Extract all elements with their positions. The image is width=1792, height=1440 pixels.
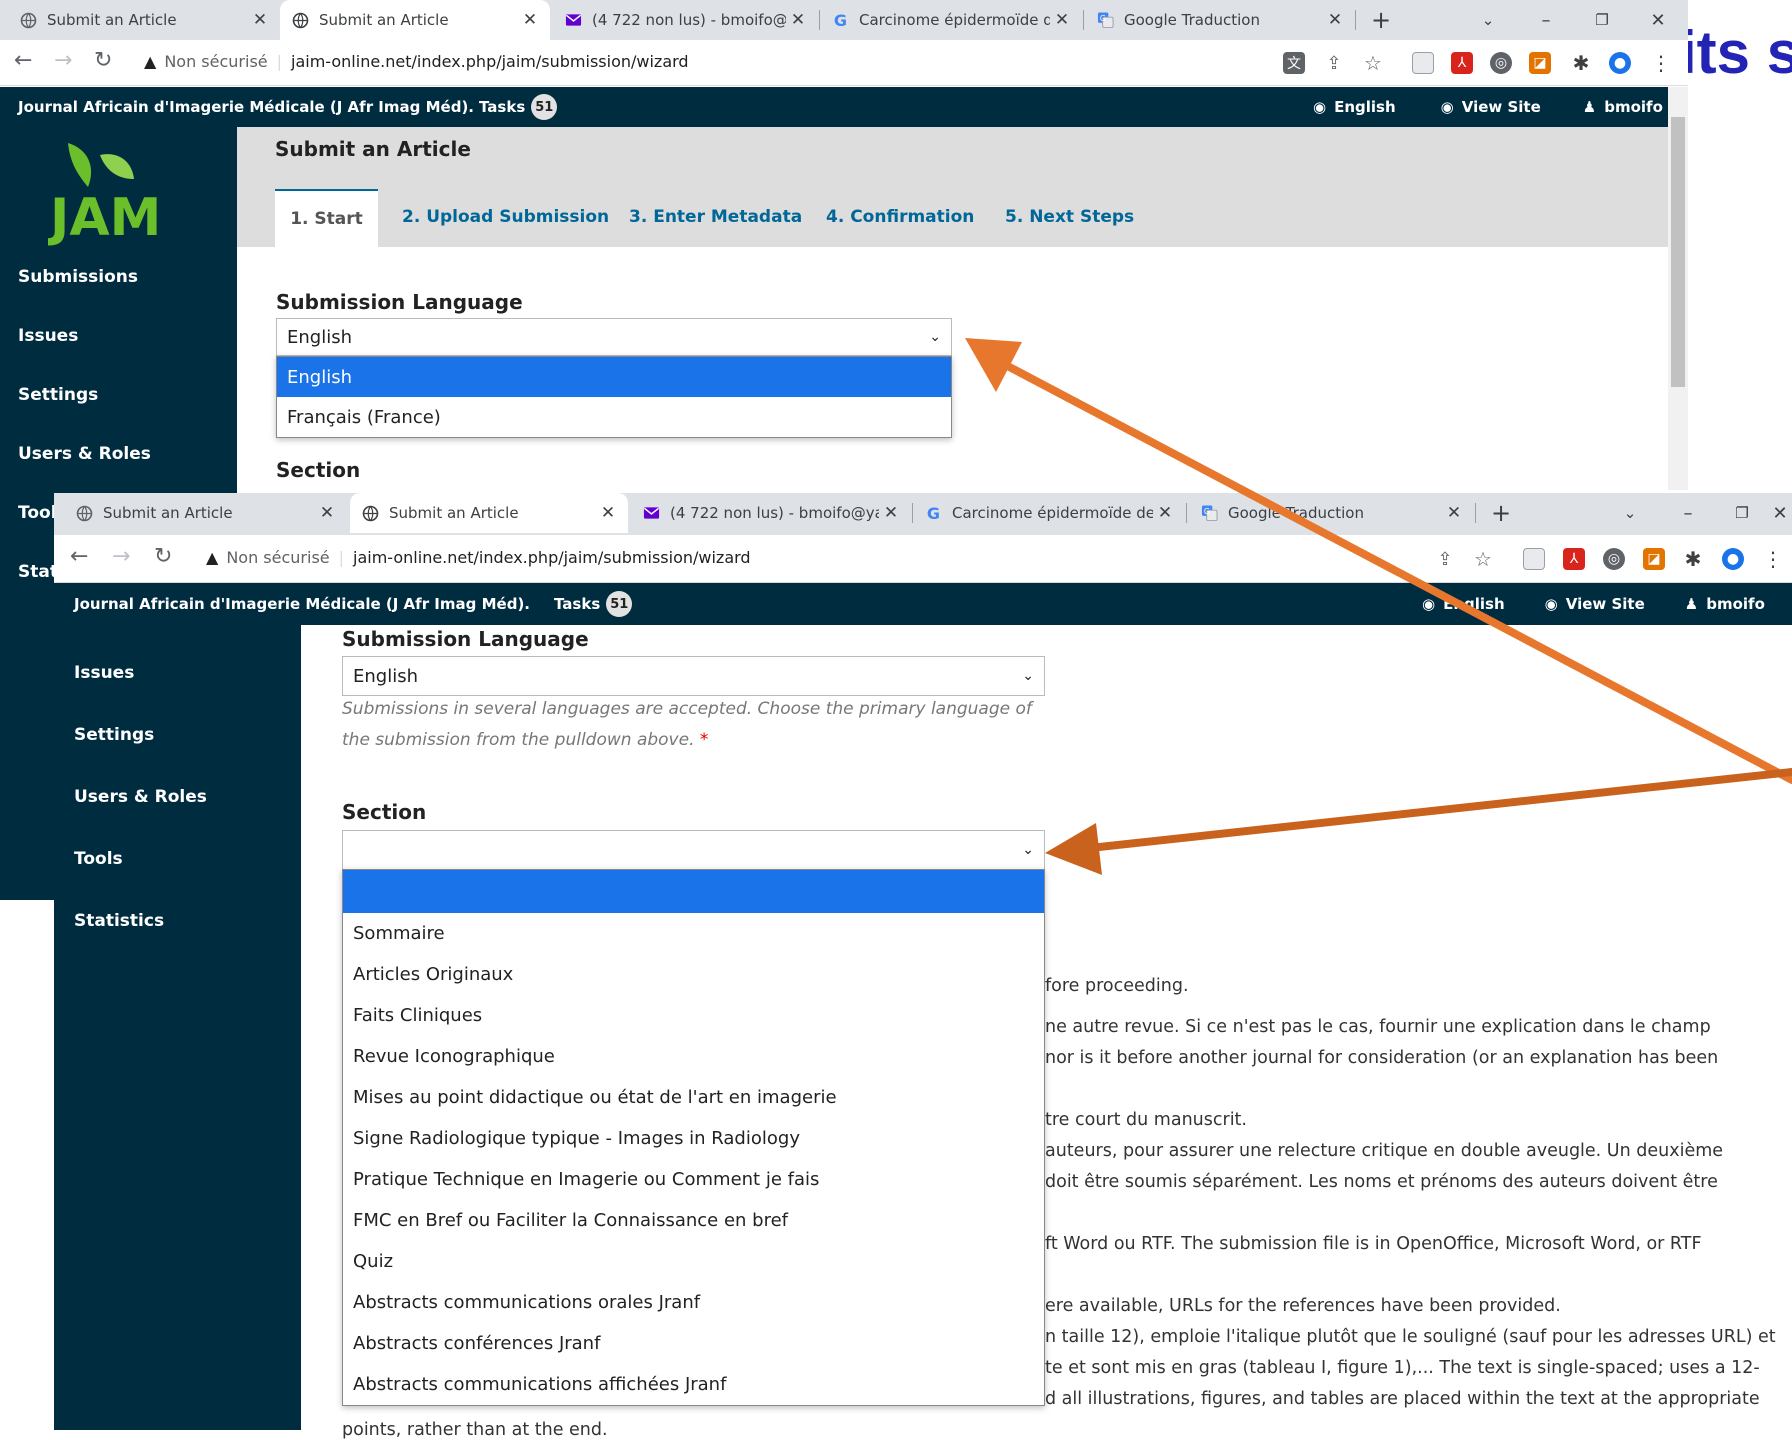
- arrow-head: [1045, 823, 1102, 875]
- annotation-arrows: [965, 338, 1792, 875]
- arrow-to-section-select: [1086, 768, 1792, 852]
- arrow-to-language-select: [996, 358, 1792, 784]
